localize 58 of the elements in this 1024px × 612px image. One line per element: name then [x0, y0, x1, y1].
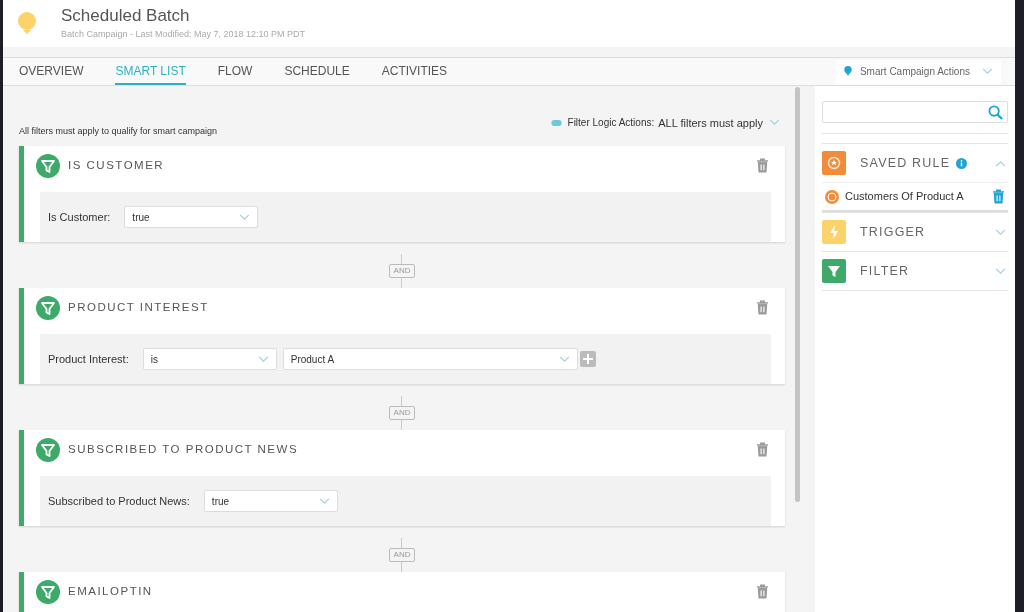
connector-label: AND	[388, 264, 416, 278]
filter-logic-dropdown[interactable]: Filter Logic Actions: ALL filters must apply	[550, 114, 780, 131]
field-label: Product Interest:	[48, 351, 129, 367]
delete-icon[interactable]	[756, 300, 769, 315]
search-icon	[988, 104, 1003, 120]
funnel-icon	[36, 153, 60, 178]
rule-icon	[825, 189, 839, 204]
chevron-up-icon	[995, 159, 1006, 167]
delete-icon[interactable]	[756, 442, 769, 457]
chevron-down-icon	[982, 68, 993, 75]
chevron-down-icon	[257, 355, 269, 363]
filter-title: PRODUCT INTEREST	[68, 299, 210, 315]
add-icon[interactable]	[579, 351, 596, 367]
dropdown[interactable]: Product A	[282, 348, 578, 370]
page-title: Scheduled Batch	[61, 5, 191, 27]
section-header[interactable]: TRIGGER	[822, 212, 1008, 251]
tab[interactable]: SCHEDULE	[284, 58, 350, 85]
rule-name: Customers Of Product A	[845, 189, 965, 205]
filter-title: SUBSCRIBED TO PRODUCT NEWS	[68, 441, 300, 457]
filter-title: EMAILOPTIN	[68, 583, 154, 599]
rule-note: All filters must apply to qualify for smart campaign	[19, 124, 218, 138]
section-header[interactable]: SAVED RULE	[822, 143, 1008, 182]
dropdown[interactable]: true	[124, 206, 259, 228]
chevron-down-icon	[995, 228, 1006, 236]
funnel-icon	[36, 579, 60, 604]
delete-icon[interactable]	[992, 189, 1005, 204]
filter-title: IS CUSTOMER	[68, 157, 166, 173]
section-title: SAVED RULE	[860, 154, 951, 172]
page-subtitle: Batch Campaign - Last Modified: May 7, 2018 12:10 PM PDT	[61, 28, 306, 42]
chevron-down-icon	[995, 267, 1006, 275]
tab[interactable]: OVERVIEW	[19, 58, 84, 85]
section-title: TRIGGER	[860, 223, 926, 241]
scrollbar[interactable]	[795, 87, 800, 502]
connector-label: AND	[388, 548, 416, 562]
field-label: Subscribed to Product News:	[48, 493, 190, 509]
connector-label: AND	[388, 406, 416, 420]
field-label: Is Customer:	[48, 209, 111, 225]
actions-dropdown[interactable]: Smart Campaign Actions	[835, 59, 1001, 84]
lightbulb-icon	[17, 10, 37, 37]
search-field[interactable]	[822, 101, 1008, 123]
dropdown[interactable]: true	[203, 490, 338, 512]
info-icon	[956, 157, 968, 169]
chevron-down-icon	[769, 119, 780, 127]
delete-icon[interactable]	[756, 158, 769, 173]
chevron-down-icon	[239, 213, 251, 221]
funnel-icon	[36, 437, 60, 462]
saved-rule-item[interactable]: Customers Of Product A	[822, 182, 1008, 212]
section-title: FILTER	[860, 262, 910, 280]
funnel-icon	[36, 295, 60, 320]
tab[interactable]: FLOW	[217, 58, 253, 85]
chevron-down-icon	[318, 497, 330, 505]
chevron-down-icon	[558, 355, 570, 363]
toggle-icon	[550, 119, 562, 126]
pin-icon	[843, 66, 852, 77]
dropdown[interactable]: is	[142, 348, 277, 370]
delete-icon[interactable]	[756, 584, 769, 599]
section-header[interactable]: FILTER	[822, 251, 1008, 290]
tab[interactable]: ACTIVITIES	[381, 58, 448, 85]
